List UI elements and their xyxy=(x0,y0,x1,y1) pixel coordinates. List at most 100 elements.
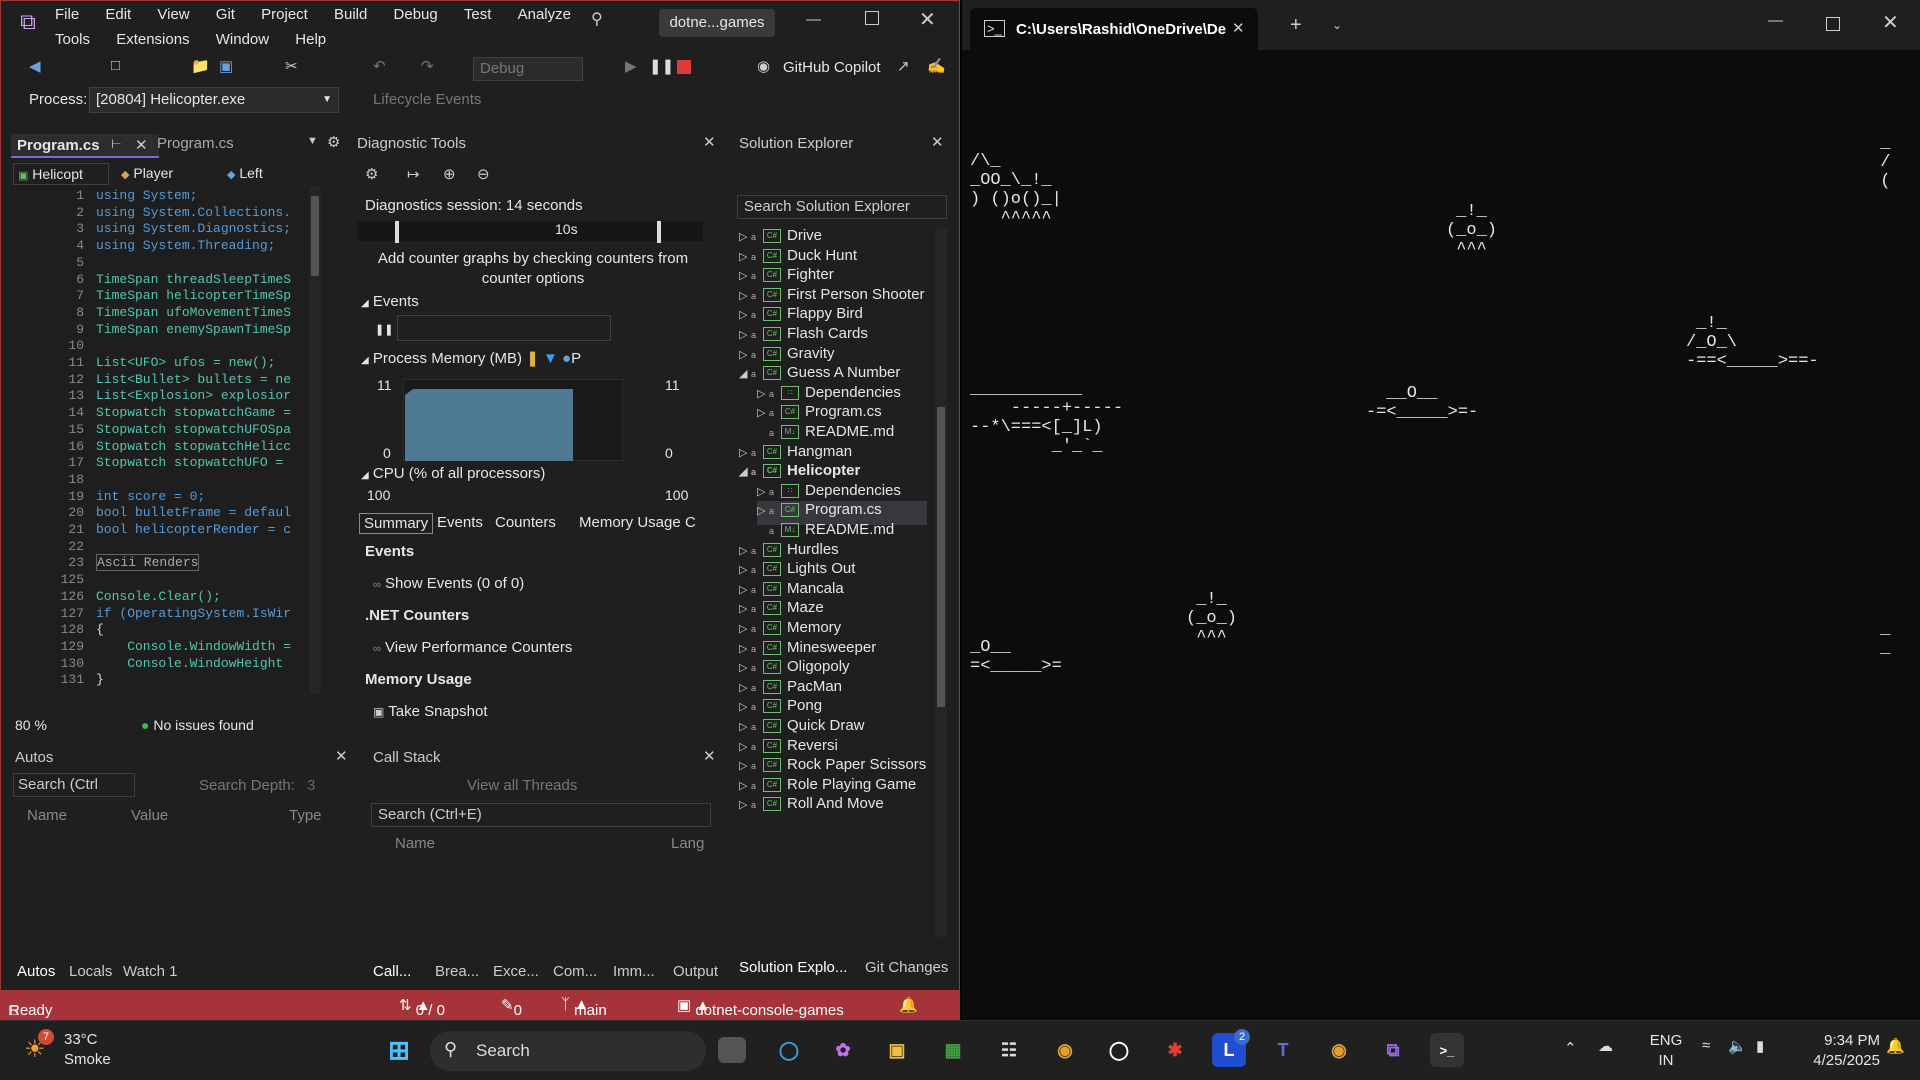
open-folder-icon[interactable]: 📁 xyxy=(191,57,210,75)
maximize-button[interactable] xyxy=(1826,17,1840,31)
onedrive-icon[interactable]: ☁ xyxy=(1598,1037,1613,1055)
file-explorer-icon[interactable]: ▣ xyxy=(880,1033,914,1067)
issues-status[interactable]: ● No issues found xyxy=(141,717,254,733)
expand-icon[interactable]: ▷ xyxy=(739,563,751,576)
share-icon[interactable]: ↗ xyxy=(897,57,910,75)
code-line[interactable]: 3 using System.Diagnostics; xyxy=(11,221,291,238)
notification-center-icon[interactable]: 🔔 xyxy=(1886,1037,1905,1055)
zoom-out-icon[interactable]: ⊖ xyxy=(477,165,490,183)
new-item-icon[interactable]: □ xyxy=(111,57,120,74)
back-icon[interactable]: ◀ xyxy=(29,57,41,75)
wifi-icon[interactable]: ≈ xyxy=(1702,1037,1710,1054)
solution-tree-item[interactable]: ▷ a C# Roll And Move xyxy=(739,795,884,819)
tab-exceptions[interactable]: Exce... xyxy=(493,963,539,980)
save-icon[interactable]: ▣ xyxy=(219,57,233,75)
branch-selector[interactable]: ᛉ main ▲ xyxy=(561,996,607,1019)
tab-dropdown-icon[interactable]: ⌄ xyxy=(1332,18,1342,32)
taskbar-search[interactable]: ⚲ Search xyxy=(430,1031,706,1071)
stop-icon[interactable] xyxy=(677,60,691,74)
config-dropdown[interactable]: Debug xyxy=(473,57,583,81)
expand-icon[interactable]: ▷ xyxy=(739,544,751,557)
battery-icon[interactable]: ▮ xyxy=(1756,1037,1764,1055)
tab-call-stack[interactable]: Call... xyxy=(373,963,411,980)
tab-command[interactable]: Com... xyxy=(553,963,597,980)
expand-icon[interactable]: ▷ xyxy=(739,230,751,243)
search-depth-value[interactable]: 3 xyxy=(307,777,315,794)
menu-test[interactable]: Test xyxy=(464,6,492,23)
code-line[interactable]: 126 Console.Clear(); xyxy=(11,589,221,606)
lifecycle-events-dropdown[interactable]: Lifecycle Events xyxy=(373,91,481,108)
code-line[interactable]: 130 Console.WindowHeight xyxy=(11,656,291,673)
maximize-button[interactable] xyxy=(865,11,879,25)
menu-project[interactable]: Project xyxy=(261,6,308,23)
code-line[interactable]: 4 using System.Threading; xyxy=(11,238,275,255)
code-editor[interactable]: 1 using System; 2 using System.Collections.… xyxy=(11,186,321,694)
redo-icon[interactable]: ↷ xyxy=(421,57,434,75)
solution-search[interactable]: Search Solution Explorer xyxy=(737,195,947,219)
menu-build[interactable]: Build xyxy=(334,6,367,23)
editor-scrollbar[interactable] xyxy=(309,186,321,694)
expand-icon[interactable]: ▷ xyxy=(739,720,751,733)
menu-tools[interactable]: Tools xyxy=(55,31,90,48)
tab-memory-usage[interactable]: Memory Usage xyxy=(579,514,681,531)
code-line[interactable]: 129 Console.WindowWidth = xyxy=(11,639,291,656)
code-line[interactable]: 16 Stopwatch stopwatchHelicc xyxy=(11,439,291,456)
menu-analyze[interactable]: Analyze xyxy=(518,6,571,23)
menu-git[interactable]: Git xyxy=(216,6,235,23)
solution-name-badge[interactable]: dotne...games xyxy=(659,9,775,37)
zoom-level[interactable]: 80 % xyxy=(15,717,47,733)
expand-icon[interactable]: ▷ xyxy=(739,622,751,635)
clock[interactable]: 9:34 PM 4/25/2025 xyxy=(1790,1031,1880,1071)
code-line[interactable]: 5 xyxy=(11,255,96,272)
code-line[interactable]: 125 xyxy=(11,572,96,589)
feedback-icon[interactable]: ✍ xyxy=(927,57,946,75)
tab-output[interactable]: Output xyxy=(673,963,718,980)
expand-icon[interactable]: ▷ xyxy=(757,485,769,498)
expand-icon[interactable]: ▷ xyxy=(757,504,769,517)
volume-icon[interactable]: 🔈 xyxy=(1728,1037,1747,1055)
tab-overflow-icon[interactable]: ▼ xyxy=(307,135,318,147)
nav-class-dropdown[interactable]: ▣ Helicopt xyxy=(13,163,109,185)
menu-file[interactable]: File xyxy=(55,6,79,23)
expand-icon[interactable]: ▷ xyxy=(757,387,769,400)
code-line[interactable]: 10 xyxy=(11,338,96,355)
expand-icon[interactable]: ▷ xyxy=(739,583,751,596)
expand-icon[interactable]: ▷ xyxy=(739,308,751,321)
timeline-ruler[interactable]: 10s xyxy=(357,221,703,243)
tab-watch[interactable]: Watch 1 xyxy=(123,963,177,980)
code-line[interactable]: 128 { xyxy=(11,622,104,639)
code-line[interactable]: 6 TimeSpan threadSleepTimeS xyxy=(11,272,291,289)
code-line[interactable]: 11 List<UFO> ufos = new(); xyxy=(11,355,275,372)
panel-close-icon[interactable]: ✕ xyxy=(703,747,716,765)
expand-icon[interactable]: ◢ xyxy=(739,367,751,380)
pin-icon[interactable]: ⊢ xyxy=(111,137,121,151)
expand-icon[interactable]: ▷ xyxy=(739,328,751,341)
show-events-link[interactable]: ∞ Show Events (0 of 0) xyxy=(373,575,524,592)
gear-icon[interactable]: ⚙ xyxy=(327,133,340,151)
chrome-icon[interactable]: ◉ xyxy=(1322,1033,1356,1067)
autos-search[interactable]: Search (Ctrl xyxy=(13,773,135,797)
export-icon[interactable]: ↦ xyxy=(407,165,420,183)
tab-breakpoints[interactable]: Brea... xyxy=(435,963,479,980)
expand-icon[interactable]: ▷ xyxy=(739,681,751,694)
close-button[interactable]: ✕ xyxy=(1882,10,1899,35)
menu-debug[interactable]: Debug xyxy=(394,6,438,23)
panel-close-icon[interactable]: ✕ xyxy=(335,747,348,765)
code-line[interactable]: 1 using System; xyxy=(11,188,197,205)
chrome-icon[interactable]: ◉ xyxy=(1048,1033,1082,1067)
tab-events[interactable]: Events xyxy=(437,514,483,531)
minimize-button[interactable]: — xyxy=(806,11,821,28)
tab-locals[interactable]: Locals xyxy=(69,963,112,980)
tab-git-changes[interactable]: Git Changes xyxy=(865,959,948,976)
tab-solution-explorer[interactable]: Solution Explo... xyxy=(739,959,847,976)
search-icon[interactable]: ⚲ xyxy=(591,9,603,29)
tab-counters[interactable]: Counters xyxy=(495,514,556,531)
expand-icon[interactable]: ▷ xyxy=(739,289,751,302)
tab-immediate[interactable]: Imm... xyxy=(613,963,655,980)
nav-member2-dropdown[interactable]: ◆ Left xyxy=(223,163,319,185)
edge-icon[interactable]: ◯ xyxy=(772,1033,806,1067)
code-line[interactable]: 127 if (OperatingSystem.IsWir xyxy=(11,606,291,623)
expand-icon[interactable]: ▷ xyxy=(739,740,751,753)
menu-edit[interactable]: Edit xyxy=(105,6,131,23)
nav-member-dropdown[interactable]: ◆ Player xyxy=(117,163,213,185)
